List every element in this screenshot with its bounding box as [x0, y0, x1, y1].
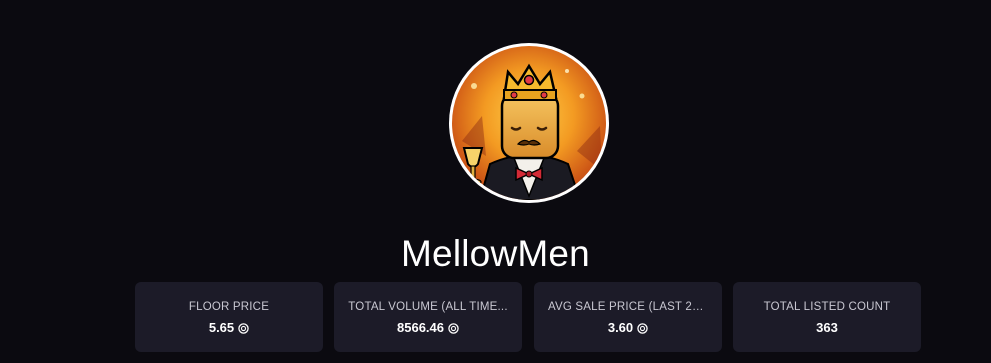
- stat-value: 3.60: [607, 320, 634, 335]
- stat-card-total-volume: TOTAL VOLUME (ALL TIME... 8566.46: [334, 282, 522, 352]
- stat-label: AVG SALE PRICE (LAST 24...: [548, 301, 708, 313]
- stat-label: TOTAL VOLUME (ALL TIME...: [348, 301, 508, 313]
- stat-card-total-listed-count: TOTAL LISTED COUNT 363: [733, 282, 921, 352]
- stat-value-row: 5.65: [149, 320, 309, 336]
- coin-icon: [238, 322, 249, 334]
- stat-value-row: 3.60: [548, 320, 708, 336]
- stat-card-floor-price: FLOOR PRICE 5.65: [135, 282, 323, 352]
- stat-label: TOTAL LISTED COUNT: [763, 301, 891, 313]
- coin-icon: [637, 322, 648, 334]
- coin-icon: [448, 322, 459, 334]
- stat-card-avg-sale-price: AVG SALE PRICE (LAST 24... 3.60: [534, 282, 722, 352]
- collection-header: MellowMen FLOOR PRICE 5.65 TOTAL VOLUME …: [0, 0, 991, 363]
- stat-value: 8566.46: [397, 320, 444, 335]
- collection-name: MellowMen: [401, 233, 590, 274]
- stat-value-row: 363: [747, 320, 907, 336]
- stat-value-row: 8566.46: [348, 320, 508, 336]
- mellowmen-king-avatar-icon: [452, 46, 606, 200]
- collection-avatar: [449, 43, 609, 203]
- stat-label: FLOOR PRICE: [188, 301, 270, 313]
- stat-value: 5.65: [208, 320, 235, 335]
- stat-value: 363: [816, 320, 838, 335]
